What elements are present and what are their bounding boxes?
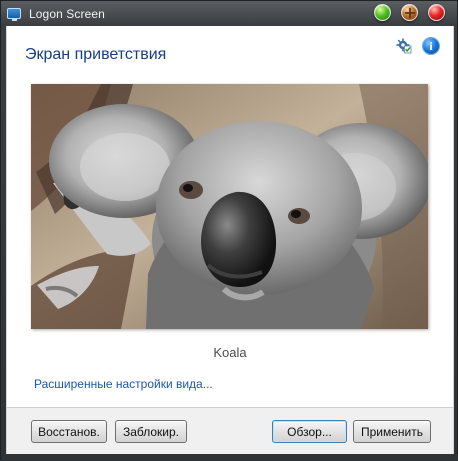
apply-button[interactable]: Применить xyxy=(353,420,431,443)
main-content: Экран приветствия i Koala Расширенные на… xyxy=(6,26,454,407)
lock-button[interactable]: Заблокир. xyxy=(115,420,187,443)
settings-checklist-icon[interactable] xyxy=(396,38,412,54)
window-title: Logon Screen xyxy=(29,6,105,21)
browse-button[interactable]: Обзор... xyxy=(272,420,347,443)
footer-action-bar: Восстанов. Заблокир. Обзор... Применить xyxy=(6,407,454,454)
maximize-button[interactable] xyxy=(374,4,391,21)
close-button[interactable] xyxy=(428,4,445,21)
page-title: Экран приветствия xyxy=(25,46,167,63)
monitor-app-icon xyxy=(7,8,21,21)
window-controls xyxy=(374,4,445,21)
image-caption: Koala xyxy=(213,345,247,360)
header-icons: i xyxy=(396,38,439,54)
koala-preview-image xyxy=(31,84,428,329)
info-icon[interactable]: i xyxy=(423,38,439,54)
logon-screen-window: Logon Screen Экран приветствия i Koala Р… xyxy=(0,0,458,461)
advanced-view-settings-link[interactable]: Расширенные настройки вида... xyxy=(34,377,213,391)
restore-button-action[interactable]: Восстанов. xyxy=(31,420,107,443)
title-bar: Logon Screen xyxy=(1,1,457,26)
restore-button[interactable] xyxy=(401,4,418,21)
